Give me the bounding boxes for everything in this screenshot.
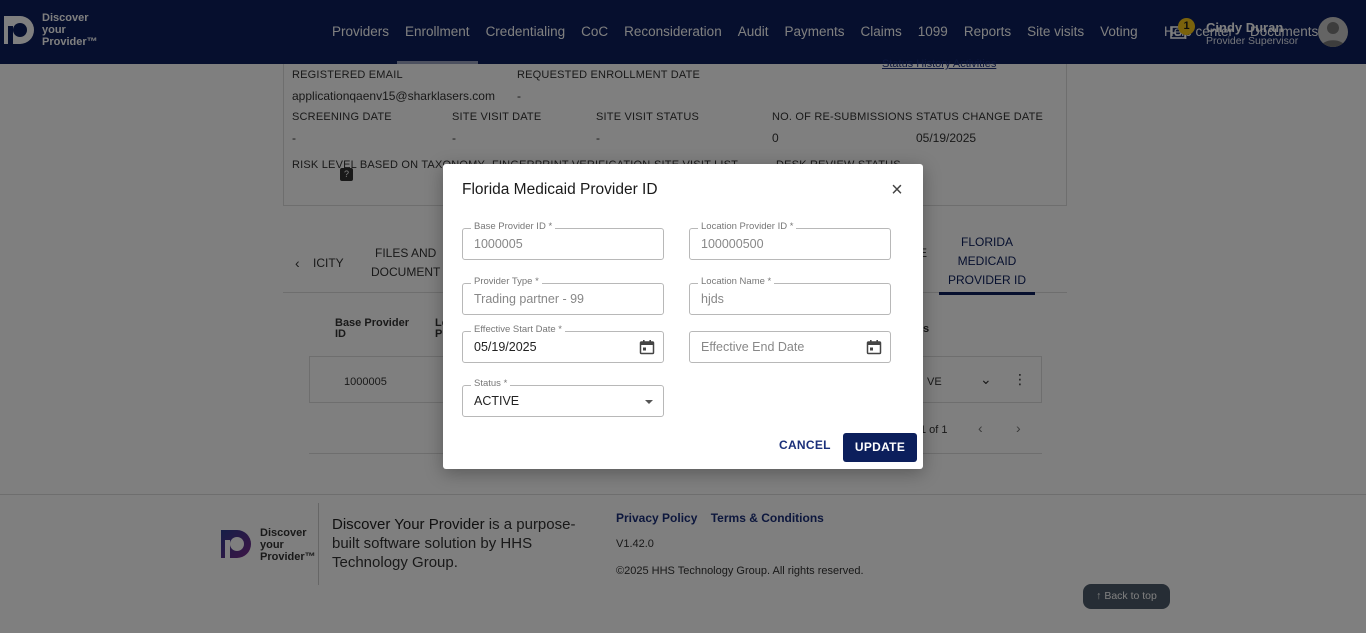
dropdown-arrow-icon	[645, 400, 653, 404]
field-value: Trading partner - 99	[474, 292, 585, 306]
field-value: 05/19/2025	[474, 340, 537, 354]
field-placeholder: Effective End Date	[701, 340, 805, 354]
field-value: ACTIVE	[474, 394, 520, 408]
calendar-icon[interactable]	[866, 339, 882, 355]
calendar-icon[interactable]	[639, 339, 655, 355]
status-select[interactable]: Status * ACTIVE	[462, 378, 664, 417]
cancel-button[interactable]: CANCEL	[779, 438, 831, 452]
effective-start-date-field[interactable]: Effective Start Date * 05/19/2025	[462, 324, 664, 363]
close-icon[interactable]: ×	[887, 180, 907, 200]
field-label: Provider Type *	[471, 276, 542, 287]
provider-type-field[interactable]: Provider Type * Trading partner - 99	[462, 276, 664, 315]
effective-end-date-field[interactable]: Effective End Date	[689, 331, 891, 363]
dialog-title: Florida Medicaid Provider ID	[462, 181, 658, 198]
field-label: Location Provider ID *	[698, 221, 797, 232]
field-label: Base Provider ID *	[471, 221, 556, 232]
field-value: 1000005	[474, 237, 523, 251]
field-label: Effective Start Date *	[471, 324, 566, 335]
location-provider-id-field[interactable]: Location Provider ID * 100000500	[689, 221, 891, 260]
update-button[interactable]: UPDATE	[843, 433, 917, 462]
field-value: hjds	[701, 292, 724, 306]
florida-medicaid-provider-id-dialog: Florida Medicaid Provider ID × Base Prov…	[443, 164, 923, 469]
field-label: Status *	[471, 378, 511, 389]
field-label: Location Name *	[698, 276, 775, 287]
location-name-field[interactable]: Location Name * hjds	[689, 276, 891, 315]
base-provider-id-field[interactable]: Base Provider ID * 1000005	[462, 221, 664, 260]
field-value: 100000500	[701, 237, 764, 251]
